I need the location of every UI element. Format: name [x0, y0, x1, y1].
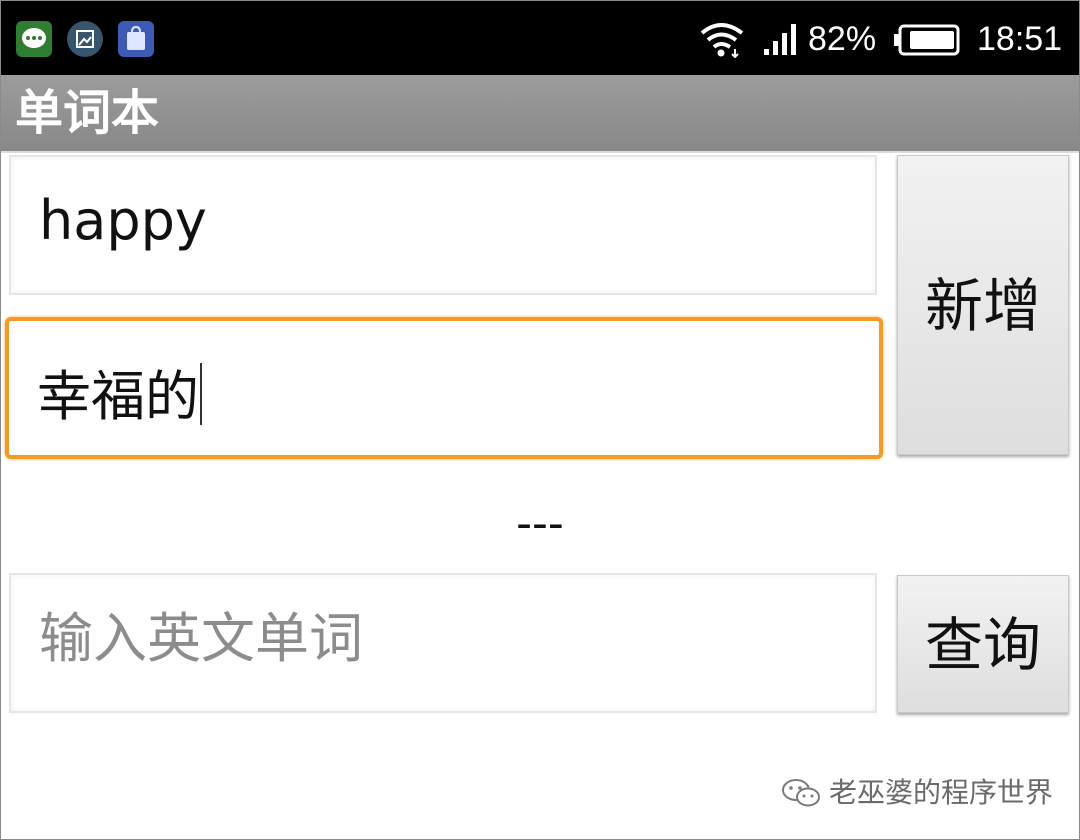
signal-icon	[764, 24, 796, 55]
action-bar: 单词本	[1, 75, 1079, 153]
message-icon	[16, 21, 52, 57]
english-word-value: happy	[39, 189, 207, 252]
query-input[interactable]: 输入英文单词	[9, 573, 877, 713]
status-clock: 18:51	[977, 20, 1063, 58]
watermark-text: 老巫婆的程序世界	[829, 776, 1054, 809]
wifi-icon	[700, 23, 744, 59]
query-result-text: ---	[516, 498, 564, 549]
status-bar: 82% 18:51	[1, 1, 1079, 75]
query-placeholder: 输入英文单词	[39, 607, 363, 670]
english-word-input[interactable]: happy	[9, 155, 877, 295]
app-screen: 82% 18:51 单词本 happy 幸福的 新增 --- 输入英文单词 查询	[0, 0, 1080, 840]
add-button[interactable]: 新增	[897, 155, 1069, 455]
battery-percentage: 82%	[808, 20, 877, 58]
store-icon	[118, 21, 154, 57]
query-result: ---	[1, 499, 1079, 549]
gallery-icon	[67, 21, 103, 57]
query-button[interactable]: 查询	[897, 575, 1069, 713]
chinese-meaning-input[interactable]: 幸福的	[5, 317, 883, 459]
app-title: 单词本	[15, 85, 160, 141]
chinese-meaning-value: 幸福的	[37, 365, 199, 428]
battery-icon	[894, 24, 960, 56]
text-cursor	[200, 363, 202, 425]
wechat-icon	[782, 779, 820, 807]
